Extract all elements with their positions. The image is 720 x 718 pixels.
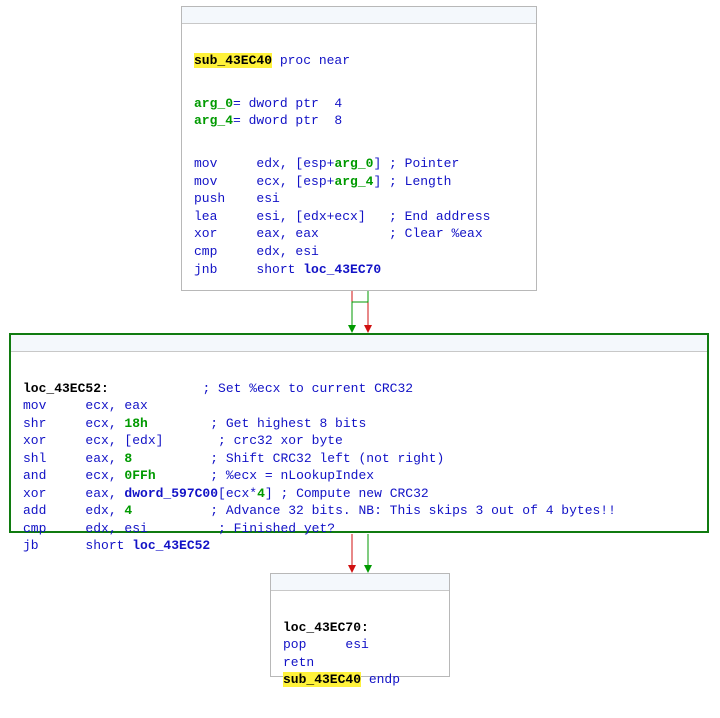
arg-ref: arg_4 xyxy=(334,174,373,189)
block-header xyxy=(182,7,536,24)
asm-line: lea esi, [edx+ecx] ; End address xyxy=(194,209,490,224)
asm-line: jb short xyxy=(23,538,132,553)
asm-line: pop esi xyxy=(283,637,369,652)
loc-label[interactable]: loc_43EC52: xyxy=(23,381,109,396)
proc-near-kw: proc near xyxy=(272,53,350,68)
block-body: loc_43EC70: pop esi retn sub_43EC40 endp xyxy=(271,591,449,718)
jump-target[interactable]: loc_43EC52 xyxy=(132,538,210,553)
arg0-rest: = dword ptr 4 xyxy=(233,96,342,111)
proc-name[interactable]: sub_43EC40 xyxy=(194,53,272,68)
block-loc_43EC70[interactable]: loc_43EC70: pop esi retn sub_43EC40 endp xyxy=(270,573,450,677)
asm-line: ] ; Pointer xyxy=(373,156,459,171)
asm-line: retn xyxy=(283,655,314,670)
asm-line: ; %ecx = nLookupIndex xyxy=(156,468,374,483)
block-body: sub_43EC40 proc near arg_0= dword ptr 4 … xyxy=(182,24,536,308)
block-loc_43EC52[interactable]: loc_43EC52: ; Set %ecx to current CRC32 … xyxy=(9,333,709,533)
arg0-label: arg_0 xyxy=(194,96,233,111)
imm: 4 xyxy=(257,486,265,501)
asm-line: mov ecx, [esp+ xyxy=(194,174,334,189)
endp-kw: endp xyxy=(361,672,400,687)
asm-line: ; Shift CRC32 left (not right) xyxy=(132,451,444,466)
loc-label[interactable]: loc_43EC70: xyxy=(283,620,369,635)
arg4-label: arg_4 xyxy=(194,113,233,128)
asm-line: mov edx, [esp+ xyxy=(194,156,334,171)
asm-line: shr ecx, xyxy=(23,416,124,431)
block-sub_43EC40[interactable]: sub_43EC40 proc near arg_0= dword ptr 4 … xyxy=(181,6,537,291)
asm-line: cmp edx, esi xyxy=(194,244,319,259)
asm-line: push esi xyxy=(194,191,280,206)
asm-line: cmp edx, esi ; Finished yet? xyxy=(23,521,335,536)
block-body: loc_43EC52: ; Set %ecx to current CRC32 … xyxy=(11,352,707,585)
imm: 18h xyxy=(124,416,147,431)
arg-ref: arg_0 xyxy=(334,156,373,171)
asm-line: and ecx, xyxy=(23,468,124,483)
proc-name[interactable]: sub_43EC40 xyxy=(283,672,361,687)
block-header xyxy=(11,335,707,352)
asm-line: shl eax, xyxy=(23,451,124,466)
block-header xyxy=(271,574,449,591)
arg4-rest: = dword ptr 8 xyxy=(233,113,342,128)
asm-line: jnb short xyxy=(194,262,303,277)
asm-line: mov ecx, eax xyxy=(23,398,148,413)
asm-line: ; Advance 32 bits. NB: This skips 3 out … xyxy=(132,503,616,518)
asm-line: xor ecx, [edx] ; crc32 xor byte xyxy=(23,433,343,448)
asm-line: ; Get highest 8 bits xyxy=(148,416,366,431)
loc-comment: ; Set %ecx to current CRC32 xyxy=(109,381,413,396)
imm: 0FFh xyxy=(124,468,155,483)
asm-line: add edx, xyxy=(23,503,124,518)
asm-line: xor eax, xyxy=(23,486,124,501)
jump-target[interactable]: loc_43EC70 xyxy=(303,262,381,277)
asm-line: ] ; Length xyxy=(373,174,451,189)
asm-line: [ecx* xyxy=(218,486,257,501)
data-ref[interactable]: dword_597C00 xyxy=(124,486,218,501)
asm-line: ] ; Compute new CRC32 xyxy=(265,486,429,501)
asm-line: xor eax, eax ; Clear %eax xyxy=(194,226,483,241)
